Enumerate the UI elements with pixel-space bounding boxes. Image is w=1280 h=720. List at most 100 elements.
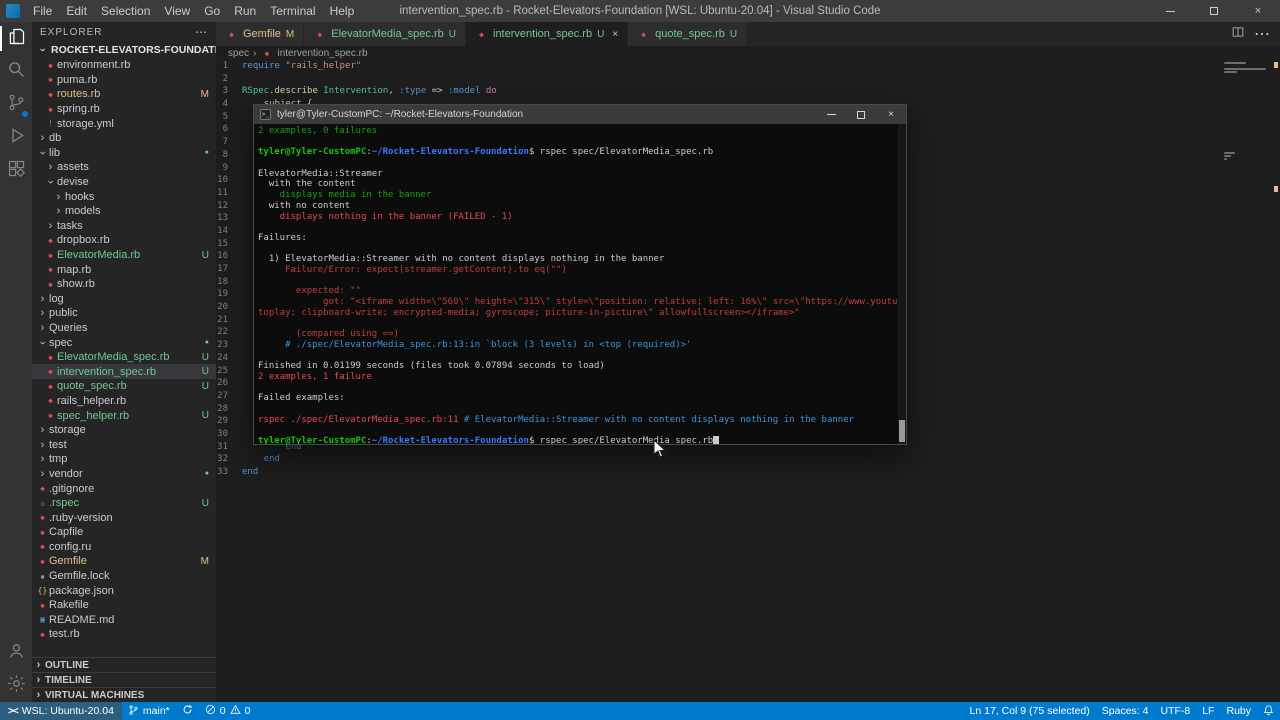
breadcrumb[interactable]: spec › ◆ intervention_spec.rb: [216, 46, 1280, 60]
panel-timeline[interactable]: › TIMELINE: [32, 672, 216, 687]
tree-item-queries[interactable]: › Queries: [32, 321, 216, 336]
workspace-root[interactable]: › ROCKET-ELEVATORS-FOUNDATION [WSL: UBU.…: [32, 42, 217, 58]
scrollbar-thumb[interactable]: [899, 420, 905, 442]
tree-item-quote-spec-rb[interactable]: ◆ quote_spec.rb U: [32, 379, 216, 394]
tree-item-spec-helper-rb[interactable]: ◆ spec_helper.rb U: [32, 408, 216, 423]
panel-outline[interactable]: › OUTLINE: [32, 657, 216, 672]
tree-item-elevatormedia-spec-rb[interactable]: ◆ ElevatorMedia_spec.rb U: [32, 350, 216, 365]
tree-item-config-ru[interactable]: ◆ config.ru: [32, 540, 216, 555]
tree-item-lib[interactable]: › lib ●: [32, 146, 216, 161]
tree-item-dropbox-rb[interactable]: ◆ dropbox.rb: [32, 233, 216, 248]
status-cursor-position[interactable]: Ln 17, Col 9 (75 selected): [964, 702, 1096, 720]
tree-item-rails-helper-rb[interactable]: ◆ rails_helper.rb: [32, 394, 216, 409]
tree-item-label: db: [49, 132, 62, 145]
split-editor-icon[interactable]: [1232, 25, 1244, 43]
terminal-title-bar[interactable]: >_ tyler@Tyler-CustomPC: ~/Rocket-Elevat…: [254, 105, 906, 124]
tree-item-rakefile[interactable]: ◆ Rakefile: [32, 598, 216, 613]
tree-item-elevatormedia-rb[interactable]: ◆ ElevatorMedia.rb U: [32, 248, 216, 263]
tree-item-storage-yml[interactable]: ! storage.yml: [32, 116, 216, 131]
tree-item-map-rb[interactable]: ◆ map.rb: [32, 262, 216, 277]
terminal-output[interactable]: 2 examples, 0 failures tyler@Tyler-Custom…: [254, 124, 906, 444]
window-maximize-button[interactable]: [1192, 0, 1236, 22]
close-tab-icon[interactable]: ×: [612, 29, 618, 40]
sync-icon: [182, 704, 193, 718]
tree-item-hooks[interactable]: › hooks: [32, 189, 216, 204]
tree-item-readme-md[interactable]: ▣ README.md: [32, 613, 216, 628]
terminal-minimize-button[interactable]: [816, 105, 846, 124]
branch-indicator[interactable]: main*: [122, 702, 176, 720]
tree-item-spring-rb[interactable]: ◆ spring.rb: [32, 102, 216, 117]
activity-account[interactable]: [0, 636, 32, 669]
activity-source-control[interactable]: [0, 88, 32, 121]
tab-gemfile[interactable]: ◆ Gemfile M: [216, 22, 305, 46]
tab-quote-spec-rb[interactable]: ◆ quote_spec.rb U: [628, 22, 748, 46]
status-indentation[interactable]: Spaces: 4: [1096, 702, 1155, 720]
menu-edit[interactable]: Edit: [59, 0, 94, 22]
activity-search[interactable]: [0, 55, 32, 88]
sync-button[interactable]: [176, 702, 199, 720]
menu-view[interactable]: View: [157, 0, 197, 22]
code-text: RSpec.describe Intervention, :type => :m…: [242, 86, 497, 97]
menu-go[interactable]: Go: [197, 0, 227, 22]
tree-item-intervention-spec-rb[interactable]: ◆ intervention_spec.rb U: [32, 364, 216, 380]
status-language-mode[interactable]: Ruby: [1220, 702, 1257, 720]
tree-item-devise[interactable]: › devise: [32, 175, 216, 190]
menu-file[interactable]: File: [26, 0, 59, 22]
tab-intervention-spec-rb[interactable]: ◆ intervention_spec.rb U ×: [466, 22, 629, 46]
status-encoding[interactable]: UTF-8: [1154, 702, 1196, 720]
terminal-scrollbar[interactable]: [898, 124, 906, 444]
terminal-window[interactable]: >_ tyler@Tyler-CustomPC: ~/Rocket-Elevat…: [253, 104, 907, 445]
terminal-line: Failures:: [258, 232, 307, 243]
breadcrumb-item[interactable]: spec: [228, 48, 249, 59]
tree-item-label: tmp: [49, 453, 68, 466]
tree-item-assets[interactable]: › assets: [32, 160, 216, 175]
window-minimize-button[interactable]: [1148, 0, 1192, 22]
terminal-close-button[interactable]: ×: [876, 105, 906, 124]
panel-virtual-machines[interactable]: › VIRTUAL MACHINES: [32, 687, 216, 702]
activity-extensions[interactable]: [0, 154, 32, 187]
tree-item-puma-rb[interactable]: ◆ puma.rb: [32, 73, 216, 88]
activity-run-debug[interactable]: [0, 121, 32, 154]
notifications-bell[interactable]: [1257, 702, 1280, 720]
minimap[interactable]: [1222, 60, 1270, 200]
menu-terminal[interactable]: Terminal: [263, 0, 322, 22]
tree-item-gitignore[interactable]: ◈ .gitignore: [32, 481, 216, 496]
tree-item-package-json[interactable]: {} package.json: [32, 583, 216, 598]
tree-item-spec[interactable]: › spec ●: [32, 335, 216, 350]
tree-item-show-rb[interactable]: ◆ show.rb: [32, 277, 216, 292]
remote-indicator[interactable]: >< WSL: Ubuntu-20.04: [0, 702, 122, 720]
activity-explorer[interactable]: [0, 22, 32, 55]
window-close-button[interactable]: ×: [1236, 0, 1280, 22]
tree-item-log[interactable]: › log: [32, 292, 216, 307]
tree-item-test[interactable]: › test: [32, 437, 216, 452]
terminal-maximize-button[interactable]: [846, 105, 876, 124]
more-actions-icon[interactable]: ⋯: [195, 25, 208, 39]
menu-help[interactable]: Help: [323, 0, 362, 22]
tab-elevatormedia-spec-rb[interactable]: ◆ ElevatorMedia_spec.rb U: [304, 22, 466, 46]
menu-selection[interactable]: Selection: [94, 0, 157, 22]
tree-item-vendor[interactable]: › vendor ●: [32, 467, 216, 482]
tree-item-ruby-version[interactable]: ◆ .ruby-version: [32, 510, 216, 525]
tree-item-tasks[interactable]: › tasks: [32, 219, 216, 234]
tree-item-storage[interactable]: › storage: [32, 423, 216, 438]
tree-item-public[interactable]: › public: [32, 306, 216, 321]
tree-item-models[interactable]: › models: [32, 204, 216, 219]
status-eol[interactable]: LF: [1196, 702, 1220, 720]
tree-item-gemfile[interactable]: ◆ Gemfile M: [32, 554, 216, 569]
tree-item-rspec[interactable]: ▫ .rspec U: [32, 496, 216, 511]
tree-item-tmp[interactable]: › tmp: [32, 452, 216, 467]
menu-run[interactable]: Run: [227, 0, 263, 22]
tree-item-db[interactable]: › db: [32, 131, 216, 146]
tree-item-test-rb[interactable]: ◆ test.rb: [32, 627, 216, 642]
breadcrumb-item[interactable]: intervention_spec.rb: [277, 48, 367, 59]
tree-item-gemfile-lock[interactable]: ▪ Gemfile.lock: [32, 569, 216, 584]
activity-settings[interactable]: [0, 669, 32, 702]
more-actions-icon[interactable]: ⋯: [1254, 24, 1270, 44]
problems-indicator[interactable]: 00: [199, 702, 257, 720]
tree-item-capfile[interactable]: ◆ Capfile: [32, 525, 216, 540]
line-number: 33: [217, 467, 228, 477]
tree-item-environment-rb[interactable]: ◆ environment.rb: [32, 58, 216, 73]
tree-item-routes-rb[interactable]: ◆ routes.rb M: [32, 87, 216, 102]
